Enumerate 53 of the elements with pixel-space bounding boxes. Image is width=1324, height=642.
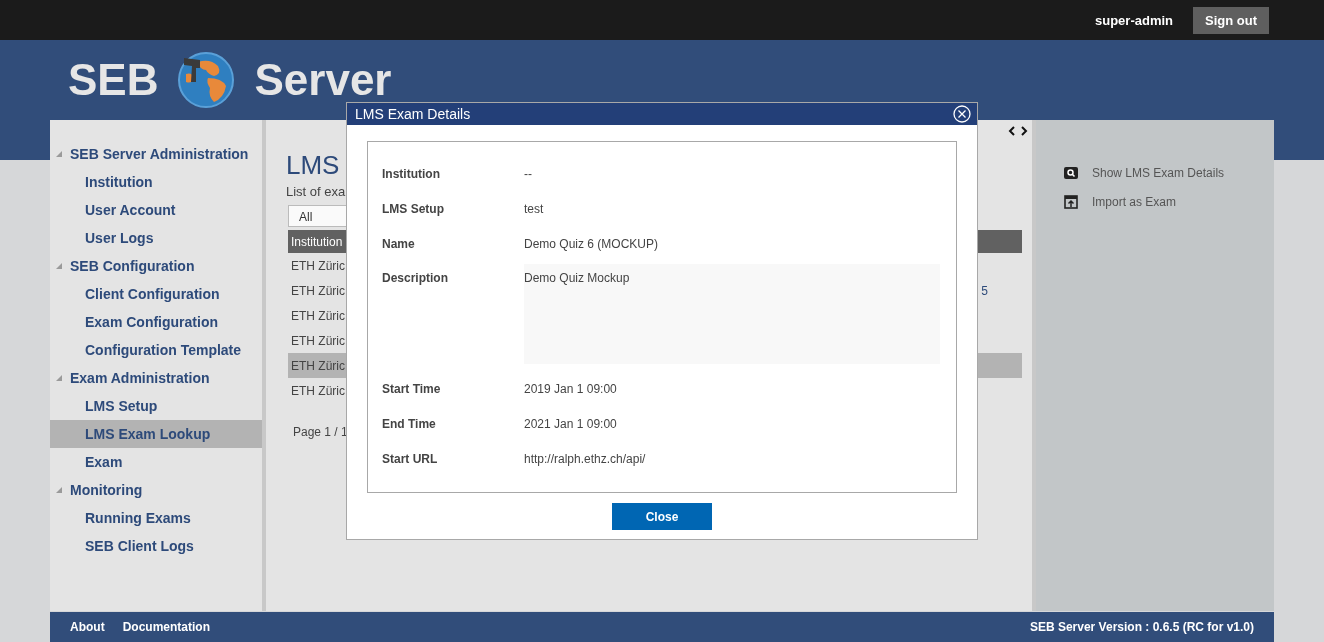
import-icon [1064,194,1078,209]
globe-logo-icon [178,52,235,108]
nav-item[interactable]: Running Exams [50,504,262,532]
nav-item[interactable]: SEB Client Logs [50,532,262,560]
field-value: 2019 Jan 1 09:00 [524,381,617,396]
nav-group[interactable]: SEB Configuration [50,252,262,280]
column-header[interactable]: Institution [288,234,343,249]
nav-item[interactable]: Exam Configuration [50,308,262,336]
close-icon[interactable] [953,105,971,123]
field-value: Demo Quiz 6 (MOCKUP) [524,236,659,251]
field-value: http://ralph.ethz.ch/api/ [524,451,646,466]
chevron-right-icon[interactable] [1020,126,1028,136]
username: super-admin [1095,12,1173,28]
field-value: test [524,201,544,216]
nav-group[interactable]: Monitoring [50,476,262,504]
field-value: -- [524,166,532,181]
page-title: LMS [286,150,340,180]
field-label: Start Time [382,381,442,396]
nav-item[interactable]: User Logs [50,224,262,252]
description-field[interactable]: Demo Quiz Mockup [524,264,940,364]
page-subtitle: List of exa [286,184,346,199]
field-label: Name [382,236,416,251]
nav-item[interactable]: Client Configuration [50,280,262,308]
field-label: End Time [382,416,437,431]
sign-out-button[interactable]: Sign out [1193,6,1269,34]
table-cell-text: ETH Züric [290,358,345,373]
table-cell-text: 5 [980,283,989,298]
footer-link[interactable]: About [70,620,105,634]
action-link[interactable]: Show LMS Exam Details [1064,158,1274,187]
logo-text: Server [254,54,392,106]
chevron-left-icon[interactable] [1008,126,1016,136]
dialog-title: LMS Exam Details [355,106,471,122]
version-text: SEB Server Version : 0.6.5 (RC for v1.0) [1029,620,1254,634]
nav-item[interactable]: Configuration Template [50,336,262,364]
field-label: Start URL [382,451,439,466]
field-value: 2021 Jan 1 09:00 [524,416,617,431]
nav-item[interactable]: Institution [50,168,262,196]
search-icon [1064,165,1078,180]
nav-group[interactable]: Exam Administration [50,364,262,392]
close-button[interactable]: Close [612,503,712,530]
nav-item[interactable]: LMS Setup [50,392,262,420]
nav-item[interactable]: LMS Exam Lookup [50,420,262,448]
table-cell-text: ETH Züric [290,333,345,348]
action-link[interactable]: Import as Exam [1064,187,1274,216]
field-label: Description [382,271,449,285]
logo-text: SEB [68,54,159,106]
table-cell-text: ETH Züric [290,283,345,298]
nav-item[interactable]: Exam [50,448,262,476]
nav-group[interactable]: SEB Server Administration [50,140,262,168]
table-cell-text: ETH Züric [290,308,345,323]
footer-link[interactable]: Documentation [122,620,210,634]
field-label: Institution [382,166,441,181]
nav-item[interactable]: User Account [50,196,262,224]
